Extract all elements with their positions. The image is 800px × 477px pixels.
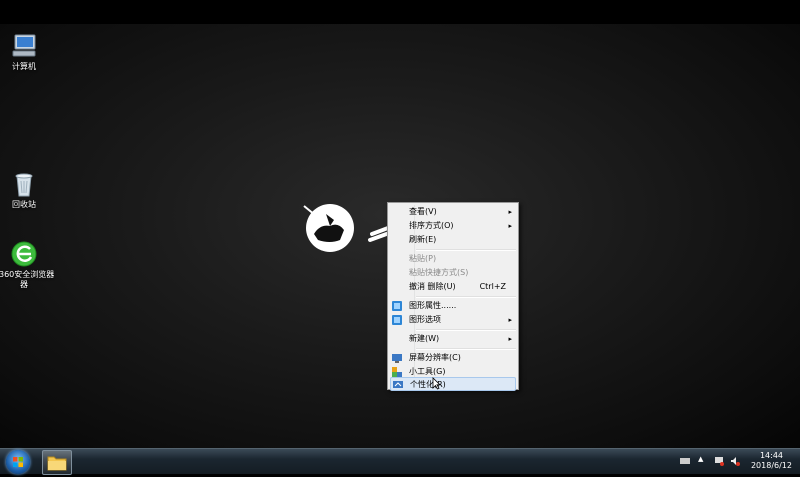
menu-item-label: 撤消 删除(U) <box>409 282 456 291</box>
menu-item-label: 屏幕分辨率(C) <box>409 353 461 362</box>
network-icon[interactable] <box>714 456 724 466</box>
submenu-arrow-icon: ▸ <box>508 316 512 324</box>
desktop-icon-label: 计算机 <box>12 62 36 71</box>
top-letterbox <box>0 0 800 24</box>
desktop-icon-360-browser[interactable]: 360安全浏览器 器 <box>0 240 55 290</box>
windows-logo-icon <box>13 457 23 467</box>
menu-item-label: 粘贴快捷方式(S) <box>409 268 469 277</box>
menu-item-label: 刷新(E) <box>409 235 437 244</box>
desktop-icon-recycle-bin[interactable]: 回收站 <box>0 170 48 210</box>
menu-item-refresh[interactable]: 刷新(E) <box>390 233 516 247</box>
computer-icon <box>12 34 36 57</box>
personalize-icon <box>393 381 403 388</box>
desktop[interactable]: 计算机 回收站 360安全浏览器 器 查看(V) ▸ 排序方式(O) ▸ 刷新(… <box>0 24 800 448</box>
menu-item-sort-by[interactable]: 排序方式(O) ▸ <box>390 219 516 233</box>
menu-item-screen-resolution[interactable]: 屏幕分辨率(C) <box>390 351 516 365</box>
taskbar-clock[interactable]: 14:44 2018/6/12 <box>751 451 792 471</box>
menu-item-label: 粘贴(P) <box>409 254 437 263</box>
menu-item-new[interactable]: 新建(W) ▸ <box>390 332 516 346</box>
submenu-arrow-icon: ▸ <box>508 222 512 230</box>
menu-item-label: 新建(W) <box>409 334 440 343</box>
clock-time: 14:44 <box>759 451 784 460</box>
taskbar-explorer-button[interactable] <box>42 450 72 475</box>
menu-separator <box>416 249 516 251</box>
desktop-icon-label: 回收站 <box>12 200 36 209</box>
menu-item-undo-delete[interactable]: 撤消 删除(U) Ctrl+Z <box>390 280 516 294</box>
menu-item-shortcut: Ctrl+Z <box>479 282 506 291</box>
show-hidden-icons-icon[interactable]: ▲ <box>698 455 708 465</box>
desktop-icon-label-line2: 器 <box>20 280 28 289</box>
mouse-cursor-icon <box>432 377 441 390</box>
submenu-arrow-icon: ▸ <box>508 208 512 216</box>
menu-item-label: 图形选项 <box>409 315 441 324</box>
desktop-context-menu: 查看(V) ▸ 排序方式(O) ▸ 刷新(E) 粘贴(P) 粘贴快捷方式(S) … <box>387 202 519 391</box>
start-button[interactable] <box>6 450 30 474</box>
graphics-options-icon <box>392 315 402 325</box>
clock-date: 2018/6/12 <box>750 461 792 470</box>
volume-icon[interactable] <box>730 456 740 466</box>
menu-item-paste[interactable]: 粘贴(P) <box>390 252 516 266</box>
menu-separator <box>416 296 516 298</box>
menu-item-graphics-properties[interactable]: 图形属性...... <box>390 299 516 313</box>
browser-360-icon <box>11 241 37 267</box>
folder-icon <box>47 456 67 471</box>
desktop-icon-computer[interactable]: 计算机 <box>0 32 48 72</box>
submenu-arrow-icon: ▸ <box>508 335 512 343</box>
menu-item-label: 排序方式(O) <box>409 221 454 230</box>
screen-resolution-icon <box>392 354 402 363</box>
menu-item-paste-shortcut[interactable]: 粘贴快捷方式(S) <box>390 266 516 280</box>
gadgets-icon <box>392 367 402 377</box>
menu-item-label: 图形属性...... <box>409 301 457 310</box>
recycle-bin-icon <box>15 173 33 197</box>
desktop-icon-label: 360安全浏览器 <box>0 270 55 279</box>
menu-item-graphics-options[interactable]: 图形选项 ▸ <box>390 313 516 327</box>
graphics-properties-icon <box>392 301 402 311</box>
screen: 计算机 回收站 360安全浏览器 器 查看(V) ▸ 排序方式(O) ▸ 刷新(… <box>0 0 800 475</box>
menu-separator <box>416 329 516 331</box>
menu-separator <box>416 348 516 350</box>
taskbar: ▲ 14:44 2018/6/12 <box>0 448 800 475</box>
keyboard-icon[interactable] <box>680 456 690 466</box>
menu-item-view[interactable]: 查看(V) ▸ <box>390 205 516 219</box>
menu-item-label: 查看(V) <box>409 207 437 216</box>
menu-item-personalize[interactable]: 个性化(R) <box>390 377 516 391</box>
